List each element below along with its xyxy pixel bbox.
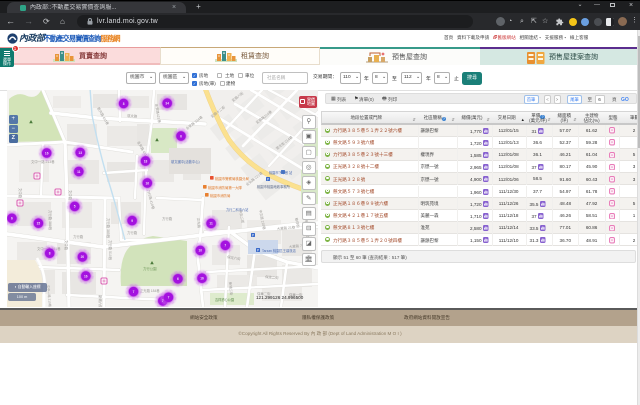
svg-text:10: 10 (199, 249, 203, 253)
svg-text:力行路 388巷: 力行路 388巷 (48, 210, 53, 231)
svg-text:7: 7 (162, 299, 164, 303)
svg-text:13: 13 (78, 151, 82, 155)
svg-text:16: 16 (200, 277, 204, 281)
svg-text:慈文國中(活動中心): 慈文國中(活動中心) (171, 159, 200, 164)
svg-text:34: 34 (165, 102, 169, 106)
svg-text:新埔六街: 新埔六街 (98, 295, 103, 307)
svg-text:力行路: 力行路 (127, 230, 138, 235)
svg-text:16: 16 (84, 274, 88, 278)
svg-text:7: 7 (224, 244, 226, 248)
svg-text:7: 7 (168, 296, 170, 300)
svg-text:力行路 385巷: 力行路 385巷 (106, 218, 111, 239)
svg-text:慈文路: 慈文路 (127, 113, 138, 119)
svg-text:桃園市消防局: 桃園市消防局 (210, 193, 231, 198)
svg-text:力行路 510巷: 力行路 510巷 (108, 240, 113, 261)
svg-text:121.299126 24.996500: 121.299126 24.996500 (256, 295, 304, 300)
svg-text:9: 9 (131, 219, 133, 223)
svg-text:16: 16 (45, 151, 49, 155)
svg-text:桃園市桃園地政事務所: 桃園市桃園地政事務所 (257, 184, 291, 189)
svg-text:力行路: 力行路 (73, 234, 84, 239)
svg-text:P: P (267, 177, 269, 181)
svg-text:桃園市警察局桃園分局: 桃園市警察局桃園分局 (215, 176, 250, 181)
svg-text:文中路: 文中路 (64, 240, 69, 251)
svg-text:5: 5 (74, 205, 76, 209)
svg-text:11: 11 (77, 170, 81, 174)
svg-text:正光路: 正光路 (196, 218, 202, 229)
svg-text:力行公園: 力行公園 (143, 266, 157, 271)
svg-text:P: P (257, 248, 259, 252)
svg-text:18: 18 (144, 159, 148, 163)
svg-text:Tarzan 桃園區王鼎旅店: Tarzan 桃園區王鼎旅店 (262, 248, 297, 253)
svg-text:6: 6 (177, 277, 179, 281)
svg-text:8: 8 (49, 252, 51, 256)
svg-text:桃園市消防局第一大隊: 桃園市消防局第一大隊 (208, 185, 243, 190)
svg-text:11: 11 (209, 222, 213, 226)
svg-text:6: 6 (11, 217, 13, 221)
svg-text:P: P (252, 233, 254, 237)
svg-text:正光路 184巷: 正光路 184巷 (140, 288, 160, 293)
svg-text:方行路: 方行路 (162, 216, 173, 221)
svg-text:7: 7 (133, 290, 135, 294)
svg-text:16: 16 (146, 181, 150, 185)
svg-text:6: 6 (180, 134, 182, 138)
svg-text:力行二科市六站: 力行二科市六站 (226, 207, 249, 212)
svg-text:吉祥舒心公園: 吉祥舒心公園 (215, 297, 234, 302)
svg-text:20: 20 (81, 255, 85, 259)
svg-text:8: 8 (123, 102, 125, 106)
svg-text:15: 15 (37, 222, 41, 226)
svg-text:桃園市下午餐 站: 桃園市下午餐 站 (269, 170, 293, 175)
